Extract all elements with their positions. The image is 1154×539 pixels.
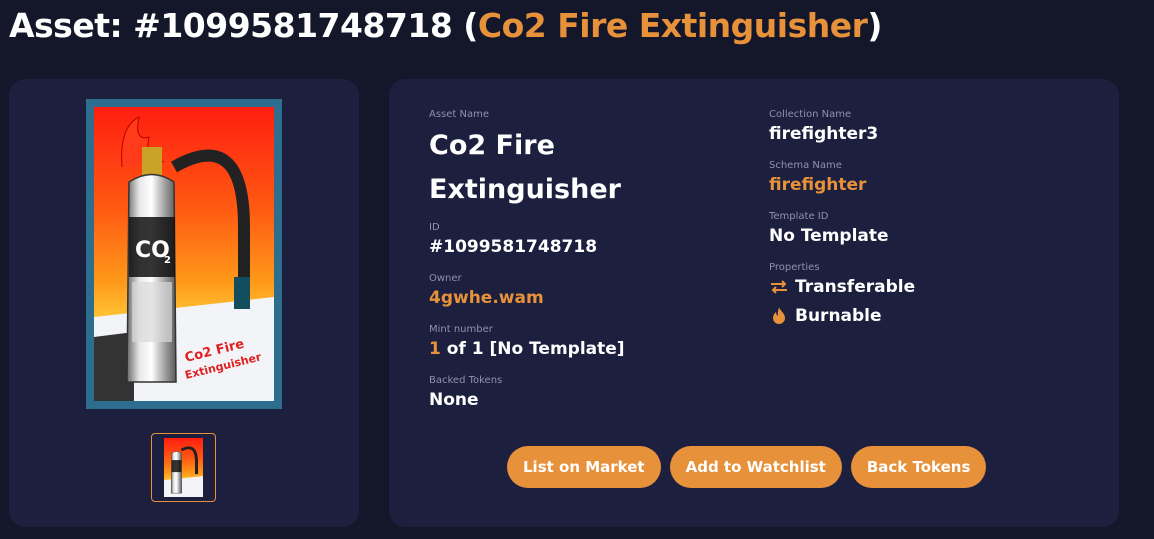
fire-extinguisher-thumbnail-image: [164, 438, 203, 497]
id-label: ID: [429, 222, 440, 233]
title-suffix: ): [867, 6, 882, 45]
property-transferable: Transferable: [769, 277, 1089, 297]
mint-number: 1: [429, 339, 441, 359]
asset-main-image[interactable]: CO 2 Co2 Fire Extinguisher: [86, 99, 282, 409]
co2-subscript: 2: [164, 255, 171, 266]
fire-extinguisher-image: CO 2 Co2 Fire Extinguisher: [94, 107, 274, 401]
asset-name-value: Co2 Fire Extinguisher: [429, 130, 621, 205]
owner-link[interactable]: 4gwhe.wam: [429, 288, 739, 308]
title-prefix: Asset: #1099581748718 (: [9, 6, 478, 45]
backed-tokens-value: None: [429, 390, 479, 410]
asset-name-label: Asset Name: [429, 109, 490, 120]
action-buttons: List on Market Add to Watchlist Back Tok…: [507, 446, 987, 488]
details-right-column: Collection Name firefighter3 Schema Name…: [769, 109, 1089, 335]
property-transferable-label: Transferable: [795, 277, 916, 297]
backed-tokens-label: Backed Tokens: [429, 375, 503, 386]
property-burnable: Burnable: [769, 306, 1089, 326]
collection-name-label: Collection Name: [769, 109, 852, 120]
transfer-arrows-icon: [769, 280, 789, 294]
schema-name-label: Schema Name: [769, 160, 842, 171]
list-on-market-button[interactable]: List on Market: [507, 446, 661, 488]
id-value: #1099581748718: [429, 237, 598, 257]
asset-image-card: CO 2 Co2 Fire Extinguisher: [9, 79, 359, 527]
flame-icon: [769, 307, 789, 325]
property-burnable-label: Burnable: [795, 306, 882, 326]
back-tokens-button[interactable]: Back Tokens: [850, 446, 987, 488]
details-left-column: Asset Name Co2 Fire Extinguisher ID #109…: [429, 109, 739, 426]
add-to-watchlist-button[interactable]: Add to Watchlist: [669, 446, 842, 488]
asset-details-card: Asset Name Co2 Fire Extinguisher ID #109…: [389, 79, 1119, 527]
asset-thumbnail[interactable]: [151, 433, 216, 502]
mint-number-label: Mint number: [429, 324, 493, 335]
title-asset-name: Co2 Fire Extinguisher: [477, 6, 868, 45]
properties-label: Properties: [769, 262, 820, 273]
page-title: Asset: #1099581748718 (Co2 Fire Extingui…: [9, 6, 882, 45]
collection-name-link[interactable]: firefighter3: [769, 124, 1089, 144]
mint-number-value: 1 of 1 [No Template]: [429, 339, 739, 359]
schema-name-link[interactable]: firefighter: [769, 175, 1089, 195]
mint-number-rest: of 1 [No Template]: [440, 339, 625, 359]
template-id-value: No Template: [769, 226, 889, 246]
owner-label: Owner: [429, 273, 462, 284]
template-id-label: Template ID: [769, 211, 829, 222]
